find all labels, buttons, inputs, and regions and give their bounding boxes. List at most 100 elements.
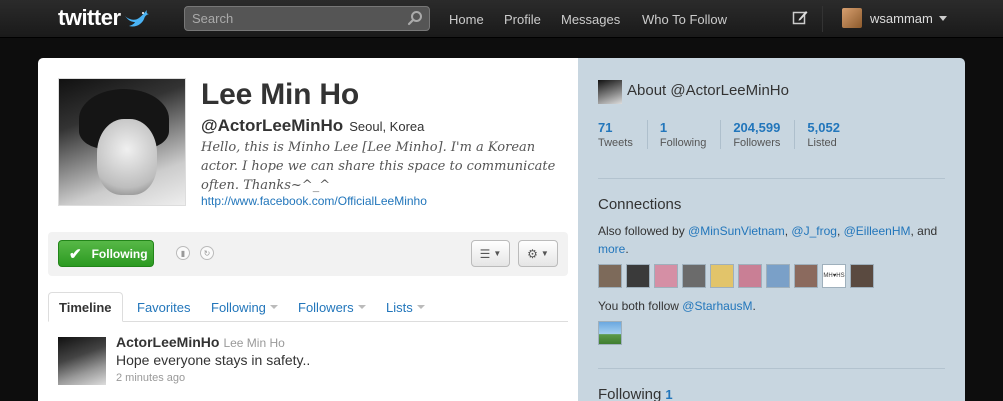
tab-lists-label: Lists (386, 299, 413, 315)
connection-avatar[interactable]: MH♥HS (822, 264, 846, 288)
profile-photo-face (97, 119, 157, 195)
top-navigation-bar: twitter Home Profile Messages Who To Fol… (0, 0, 1003, 38)
stat-number: 1 (659, 120, 668, 135)
tweet-username[interactable]: ActorLeeMinHo (116, 334, 219, 350)
connection-avatar[interactable] (794, 264, 818, 288)
stat-label: Tweets (598, 137, 633, 149)
tweet-item[interactable]: ActorLeeMinHo Lee Min Ho Hope everyone st… (48, 324, 568, 401)
profile-photo[interactable] (58, 78, 186, 206)
nav-home[interactable]: Home (449, 0, 484, 38)
settings-menu-button[interactable]: ⚙ ▼ (518, 240, 558, 267)
tab-following[interactable]: Following (211, 292, 278, 322)
nav-who-to-follow[interactable]: Who To Follow (642, 0, 727, 38)
stat-number: 204,599 (733, 120, 781, 135)
following-count-link[interactable]: 1 (665, 387, 672, 401)
profile-main-panel: Lee Min Ho @ActorLeeMinHo Seoul, Korea He… (38, 58, 578, 401)
chevron-down-icon: ▼ (540, 249, 549, 258)
tweet-timestamp[interactable]: 2 minutes ago (116, 372, 185, 384)
profile-url-link[interactable]: http://www.facebook.com/OfficialLeeMinho (201, 194, 427, 208)
account-menu-caret-icon[interactable] (939, 16, 947, 21)
also-followed-prefix: Also followed by (598, 224, 689, 238)
connection-avatar[interactable] (682, 264, 706, 288)
search-box (184, 6, 430, 31)
profile-bio: Hello, this is Minho Lee [Lee Minho]. I'… (201, 140, 556, 193)
account-username[interactable]: wsammam (870, 11, 933, 26)
nav-messages[interactable]: Messages (561, 0, 620, 38)
tab-followers[interactable]: Followers (298, 292, 366, 322)
checkmark-icon: ✔ (69, 245, 82, 263)
both-follow-prefix: You both follow (598, 299, 683, 313)
lists-menu-button[interactable]: ☰ ▼ (471, 240, 510, 267)
search-input[interactable] (185, 7, 395, 30)
profile-location: Seoul, Korea (349, 119, 425, 134)
device-notification-icon[interactable]: ▮ (176, 246, 190, 260)
profile-name: Lee Min Ho (201, 78, 360, 111)
tweet-realname: Lee Min Ho (223, 336, 285, 350)
also-and: , and (910, 224, 938, 238)
stat-label: Listed (807, 137, 837, 149)
stat-following[interactable]: 1 Following (659, 120, 722, 149)
tweet-username-line: ActorLeeMinHo Lee Min Ho (116, 334, 285, 350)
retweet-toggle-icon[interactable]: ↻ (200, 246, 214, 260)
both-follow-link[interactable]: @StarhausM (682, 299, 752, 313)
follower-link[interactable]: @J_frog (791, 224, 837, 238)
chevron-down-icon (357, 305, 366, 309)
list-icon: ☰ (479, 246, 491, 261)
following-section-label: Following (598, 386, 662, 401)
tab-following-label: Following (211, 299, 266, 315)
tab-favorites[interactable]: Favorites (137, 292, 190, 322)
following-button[interactable]: ✔ Following (58, 240, 154, 267)
profile-tabs: Timeline Favorites Following Followers L… (48, 292, 568, 322)
connections-title: Connections (598, 196, 682, 213)
gear-icon: ⚙ (527, 246, 538, 261)
follower-link[interactable]: @EilleenHM (844, 224, 911, 238)
stat-followers[interactable]: 204,599 Followers (733, 120, 796, 149)
connection-avatar[interactable] (598, 264, 622, 288)
bird-icon (124, 10, 149, 27)
more-link[interactable]: more (598, 242, 625, 256)
logo-text: twitter (58, 5, 121, 30)
about-title: About @ActorLeeMinHo (627, 82, 789, 99)
connection-avatar[interactable] (654, 264, 678, 288)
stat-tweets[interactable]: 71 Tweets (598, 120, 648, 149)
stats-row: 71 Tweets 1 Following 204,599 Followers … (598, 120, 866, 149)
stat-number: 5,052 (807, 120, 840, 135)
connection-avatar[interactable] (766, 264, 790, 288)
nav-profile[interactable]: Profile (504, 0, 541, 38)
tweet-avatar[interactable] (58, 337, 106, 385)
profile-action-bar: ✔ Following ▮ ↻ ☰ ▼ ⚙ ▼ (48, 232, 568, 276)
connection-avatar[interactable] (626, 264, 650, 288)
tab-lists[interactable]: Lists (386, 292, 425, 322)
chevron-down-icon: ▼ (493, 249, 502, 258)
chevron-down-icon (416, 305, 425, 309)
sidebar-avatar (598, 80, 622, 104)
connection-avatars: MH♥HS (598, 264, 878, 288)
stat-number: 71 (598, 120, 613, 135)
sidebar-divider (598, 178, 945, 179)
following-button-label: Following (91, 246, 148, 261)
sidebar-divider (598, 368, 945, 369)
following-section-title: Following 1 (598, 386, 673, 401)
nav-divider (822, 6, 823, 32)
profile-sidebar: About @ActorLeeMinHo 71 Tweets 1 Followi… (578, 58, 965, 401)
chevron-down-icon (269, 305, 278, 309)
tab-followers-label: Followers (298, 299, 354, 315)
compose-tweet-icon[interactable] (792, 9, 808, 25)
stat-label: Following (659, 137, 707, 149)
also-followed-by: Also followed by @MinSunVietnam, @J_frog… (598, 224, 938, 256)
stat-label: Followers (733, 137, 781, 149)
follower-link[interactable]: @MinSunVietnam (688, 224, 785, 238)
tab-timeline[interactable]: Timeline (48, 292, 123, 322)
both-follow-avatar[interactable] (598, 321, 622, 345)
connection-avatar[interactable] (738, 264, 762, 288)
both-follow: You both follow @StarhausM. (598, 299, 756, 313)
connection-avatar[interactable] (710, 264, 734, 288)
user-avatar[interactable] (842, 8, 862, 28)
stat-listed[interactable]: 5,052 Listed (807, 120, 854, 149)
twitter-logo[interactable]: twitter (58, 5, 149, 30)
profile-handle: @ActorLeeMinHo (201, 116, 344, 135)
profile-handle-line: @ActorLeeMinHo Seoul, Korea (201, 116, 424, 136)
tweet-text: Hope everyone stays in safety.. (116, 352, 311, 368)
search-icon[interactable] (407, 10, 423, 26)
connection-avatar[interactable] (850, 264, 874, 288)
